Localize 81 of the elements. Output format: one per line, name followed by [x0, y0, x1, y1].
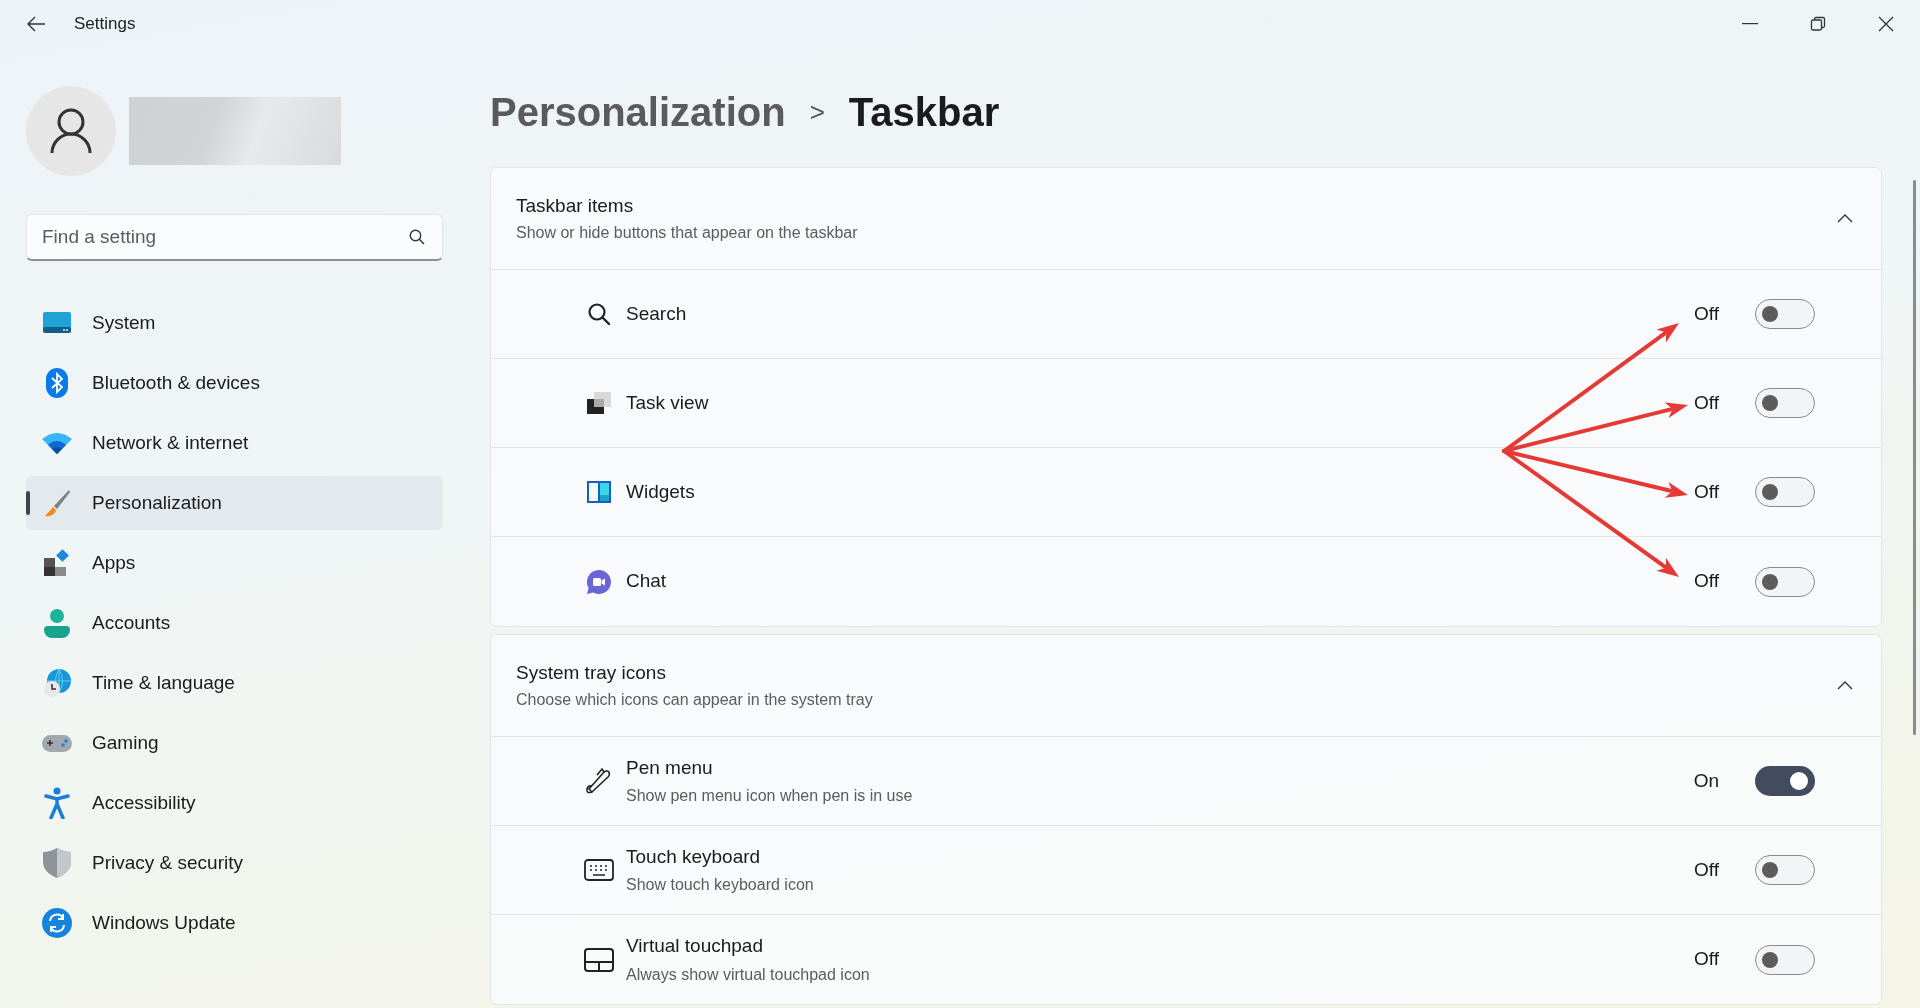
- nav-label: Bluetooth & devices: [92, 370, 260, 395]
- search-icon: [409, 229, 425, 245]
- toggle-state: Off: [1694, 569, 1719, 594]
- setting-label: Task view: [626, 390, 709, 415]
- setting-description: Show touch keyboard icon: [626, 875, 814, 896]
- nav-item[interactable]: Apps: [26, 536, 443, 590]
- setting-label: Virtual touchpad: [626, 934, 764, 959]
- chevron-up-icon: [1837, 214, 1853, 223]
- nav-item[interactable]: Privacy & security: [26, 836, 443, 890]
- nav-label: Network & internet: [92, 430, 249, 455]
- setting-label: Pen menu: [626, 755, 714, 780]
- section-title: Taskbar items: [516, 193, 635, 218]
- window-title: Settings: [74, 13, 136, 36]
- gamepad-icon: [42, 733, 72, 753]
- setting-label: Search: [626, 301, 687, 326]
- wifi-icon: [42, 432, 72, 454]
- nav-label: Privacy & security: [92, 850, 243, 875]
- nav-item[interactable]: Personalization: [26, 476, 443, 530]
- apps-icon: [43, 549, 71, 577]
- toggle-switch[interactable]: [1755, 855, 1815, 885]
- toggle-switch[interactable]: [1755, 944, 1815, 975]
- restore-icon: [1810, 16, 1826, 32]
- globe-clock-icon: [42, 668, 72, 698]
- search-icon: [587, 302, 611, 326]
- setting-label: Chat: [626, 569, 667, 594]
- toggle-switch[interactable]: [1755, 299, 1815, 329]
- setting-description: Always show virtual touchpad icon: [626, 964, 870, 985]
- paintbrush-icon: [42, 488, 72, 518]
- toggle-state: Off: [1694, 390, 1719, 415]
- person-icon: [50, 108, 92, 154]
- nav-label: System: [92, 310, 156, 335]
- close-icon: [1878, 16, 1894, 32]
- setting-label: Widgets: [626, 479, 695, 504]
- toggle-state: Off: [1694, 857, 1719, 882]
- shield-icon: [43, 848, 71, 878]
- back-arrow-icon: [26, 16, 46, 32]
- nav-label: Gaming: [92, 730, 159, 755]
- toggle-state: On: [1693, 768, 1719, 793]
- setting-description: Show pen menu icon when pen is in use: [626, 786, 913, 807]
- touchpad-icon: [584, 947, 614, 972]
- chat-icon: [587, 569, 611, 594]
- nav-item[interactable]: Bluetooth & devices: [26, 356, 443, 410]
- nav-label: Apps: [92, 550, 136, 575]
- toggle-switch[interactable]: [1755, 766, 1815, 796]
- minimize-icon: [1742, 23, 1758, 25]
- scrollbar[interactable]: [1913, 180, 1916, 735]
- toggle-switch[interactable]: [1755, 566, 1815, 597]
- nav-label: Personalization: [92, 490, 222, 515]
- breadcrumb-link[interactable]: Personalization: [490, 82, 786, 142]
- toggle-switch[interactable]: [1755, 477, 1815, 507]
- nav-label: Accessibility: [92, 790, 196, 815]
- setting-label: Touch keyboard: [626, 844, 762, 869]
- nav-label: Time & language: [92, 670, 235, 695]
- toggle-state: Off: [1694, 479, 1719, 504]
- section-subtitle: Choose which icons can appear in the system tray: [516, 690, 873, 711]
- nav-label: Windows Update: [92, 910, 236, 935]
- nav-item[interactable]: Windows Update: [26, 896, 443, 950]
- chevron-up-icon: [1837, 681, 1853, 690]
- monitor-icon: [43, 312, 71, 334]
- toggle-state: Off: [1694, 301, 1719, 326]
- nav-item[interactable]: Network & internet: [26, 416, 443, 470]
- toggle-state: Off: [1694, 947, 1719, 972]
- nav-item[interactable]: Gaming: [26, 716, 443, 770]
- section-subtitle: Show or hide buttons that appear on the taskbar: [516, 223, 858, 244]
- bluetooth-icon: [46, 368, 68, 398]
- search-field[interactable]: Find a setting: [26, 214, 443, 261]
- nav-item[interactable]: Accounts: [26, 596, 443, 650]
- page-title: Taskbar: [848, 89, 1000, 136]
- nav-label: Accounts: [92, 610, 171, 635]
- nav-item[interactable]: Accessibility: [26, 776, 443, 830]
- keyboard-icon: [584, 859, 614, 881]
- breadcrumb-separator: >: [809, 95, 825, 129]
- widgets-icon: [587, 481, 611, 503]
- task-view-icon: [587, 392, 611, 414]
- section-title: System tray icons: [516, 660, 667, 685]
- accessibility-icon: [44, 787, 70, 819]
- nav-item[interactable]: System: [26, 296, 443, 350]
- person-icon: [44, 608, 70, 638]
- nav-item[interactable]: Time & language: [26, 656, 443, 710]
- sync-icon: [42, 908, 72, 938]
- toggle-switch[interactable]: [1755, 388, 1815, 418]
